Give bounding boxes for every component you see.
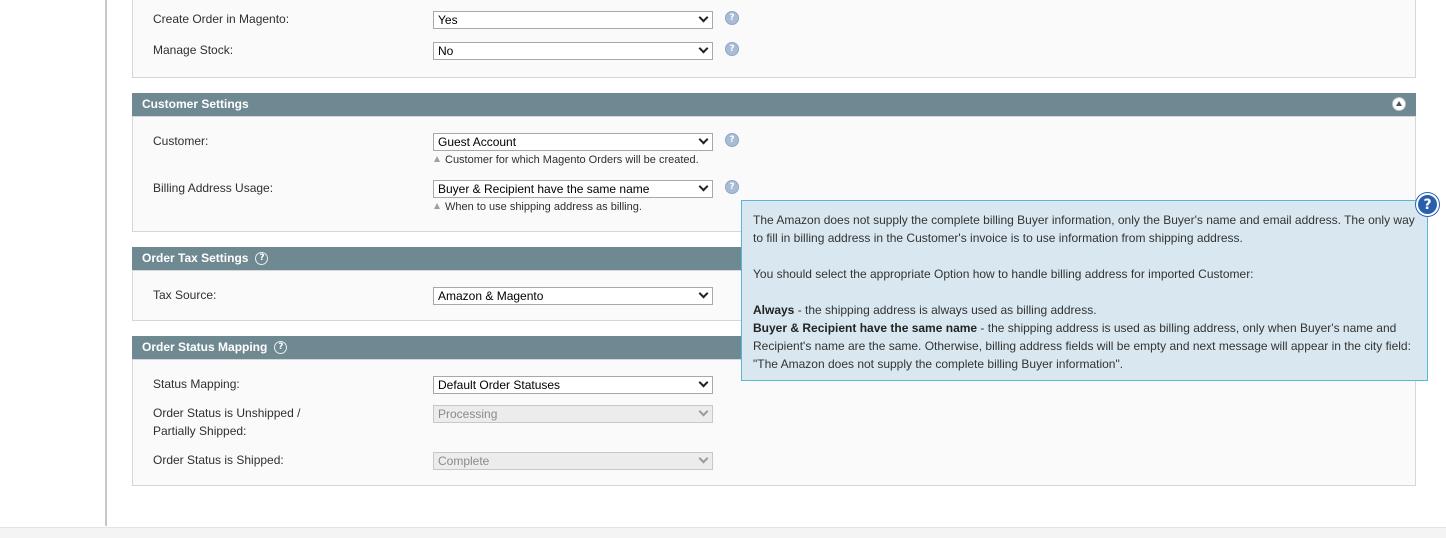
tooltip-option-always: Always - the shipping address is always …: [753, 301, 1416, 319]
tooltip-option-same-name: Buyer & Recipient have the same name - t…: [753, 319, 1416, 373]
question-badge-icon[interactable]: [1416, 193, 1439, 216]
status-mapping-label: Status Mapping:: [153, 377, 240, 391]
customer-settings-header: Customer Settings: [132, 93, 1416, 116]
billing-note-text: When to use shipping address as billing.: [445, 201, 642, 213]
general-fieldset: [132, 0, 1416, 78]
tooltip-instruction: You should select the appropriate Option…: [753, 267, 1254, 281]
chevron-down-icon: [698, 181, 709, 192]
question-circle-icon[interactable]: [725, 133, 739, 147]
customer-note-text: Customer for which Magento Orders will b…: [445, 154, 699, 166]
page-left-border: [105, 0, 107, 526]
chevron-down-icon: [698, 288, 709, 299]
create-order-value: Yes: [438, 13, 458, 27]
shipped-status-select: Complete: [433, 452, 713, 470]
manage-stock-select[interactable]: No: [433, 42, 713, 60]
billing-address-label: Billing Address Usage:: [153, 181, 274, 195]
tax-source-select[interactable]: Amazon & Magento: [433, 287, 713, 305]
option-term: Buyer & Recipient have the same name: [753, 321, 978, 335]
unshipped-label-line2: Partially Shipped:: [153, 424, 247, 438]
customer-select[interactable]: Guest Account: [433, 133, 713, 151]
status-mapping-value: Default Order Statuses: [438, 378, 561, 392]
chevron-down-icon: [698, 377, 709, 388]
collapse-arrow-icon[interactable]: [1392, 97, 1406, 111]
note-arrow-icon: [434, 156, 440, 162]
section-title: Customer Settings: [142, 97, 249, 111]
unshipped-status-value: Processing: [438, 407, 498, 421]
create-order-label: Create Order in Magento:: [153, 12, 290, 26]
manage-stock-value: No: [438, 44, 454, 58]
customer-value: Guest Account: [438, 135, 517, 149]
manage-stock-label: Manage Stock:: [153, 43, 234, 57]
question-circle-icon[interactable]: [725, 180, 739, 194]
tax-source-value: Amazon & Magento: [438, 289, 544, 303]
section-title: Order Status Mapping: [142, 340, 268, 354]
billing-address-select[interactable]: Buyer & Recipient have the same name: [433, 180, 713, 198]
create-order-select[interactable]: Yes: [433, 11, 713, 29]
chevron-down-icon: [698, 453, 709, 464]
unshipped-status-select: Processing: [433, 405, 713, 423]
tooltip-intro: The Amazon does not supply the complete …: [753, 213, 1415, 245]
unshipped-status-label: Order Status is Unshipped / Partially Sh…: [153, 404, 300, 440]
question-circle-icon[interactable]: [725, 42, 739, 56]
question-circle-icon[interactable]: [274, 341, 288, 354]
customer-label: Customer:: [153, 134, 209, 148]
shipped-status-value: Complete: [438, 454, 490, 468]
question-circle-icon[interactable]: [725, 11, 739, 25]
billing-address-value: Buyer & Recipient have the same name: [438, 182, 650, 196]
billing-address-help-tooltip: The Amazon does not supply the complete …: [741, 200, 1428, 381]
option-description: - the shipping address is always used as…: [794, 303, 1097, 317]
billing-address-note: When to use shipping address as billing.: [434, 200, 642, 214]
tax-source-label: Tax Source:: [153, 288, 217, 302]
chevron-down-icon: [698, 12, 709, 23]
chevron-down-icon: [698, 406, 709, 417]
shipped-status-label: Order Status is Shipped:: [153, 453, 284, 467]
status-mapping-select[interactable]: Default Order Statuses: [433, 376, 713, 394]
option-term: Always: [753, 303, 795, 317]
section-title: Order Tax Settings: [142, 251, 249, 265]
chevron-down-icon: [698, 43, 709, 54]
note-arrow-icon: [434, 203, 440, 209]
customer-note: Customer for which Magento Orders will b…: [434, 153, 699, 167]
unshipped-label-line1: Order Status is Unshipped /: [153, 406, 301, 420]
page-footer-strip: [0, 527, 1446, 538]
question-circle-icon[interactable]: [255, 252, 269, 265]
chevron-down-icon: [698, 134, 709, 145]
